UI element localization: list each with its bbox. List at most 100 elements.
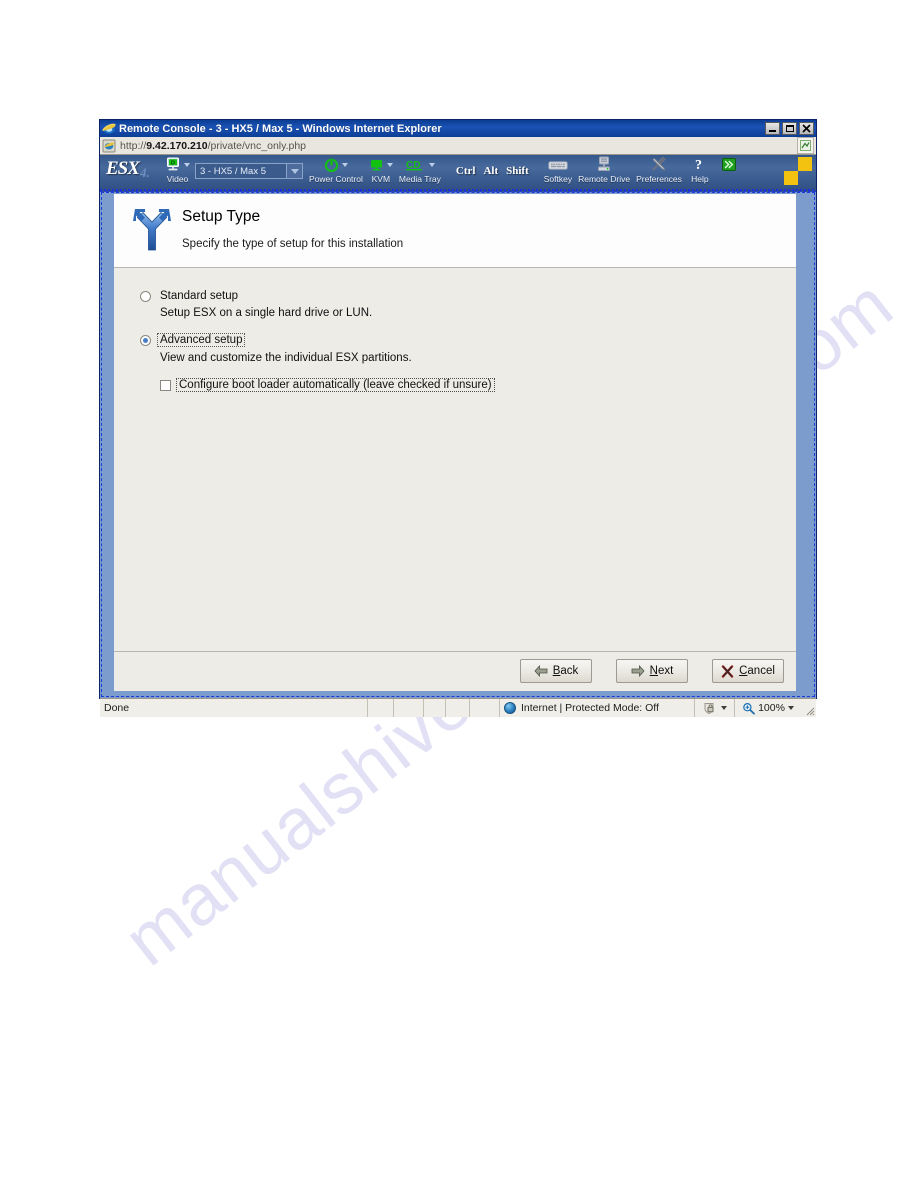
power-dropdown-caret[interactable]: [342, 162, 349, 167]
tools-icon: [652, 156, 666, 171]
arrow-right-icon: [631, 665, 645, 677]
monitor-icon: [370, 159, 382, 170]
help-icon-row: ?: [693, 156, 707, 173]
option-standard-setup[interactable]: Standard setup: [140, 290, 796, 302]
page-canvas: manualshive.com manualshive.com Remote C…: [0, 0, 918, 1188]
lock-shield-icon: [704, 702, 713, 714]
status-slot-1: [368, 699, 394, 717]
radio-standard-setup[interactable]: [140, 290, 151, 302]
chevron-double-right-icon: [722, 158, 737, 171]
vnc-viewport[interactable]: Setup Type Specify the type of setup for…: [100, 192, 816, 698]
fork-branch-icon: [132, 206, 172, 252]
media-tray-label: Media Tray: [398, 174, 441, 184]
dialog-footer: Back Next Cancel: [114, 651, 796, 690]
cancel-button-label: Cancel: [739, 665, 775, 677]
protected-mode-caret[interactable]: [720, 706, 727, 710]
cd-icon: CD: [405, 160, 422, 171]
svg-text:?: ?: [695, 158, 702, 173]
esx-logo: ESX 4.: [104, 155, 162, 189]
esx-logo-text: ESX: [106, 158, 140, 179]
video-target-dropdown-icon[interactable]: [286, 164, 302, 178]
keyboard-icon: [548, 161, 568, 170]
media-tray-icon-row: CD: [405, 156, 435, 173]
status-slot-3: [424, 699, 446, 717]
next-button-rest: ext: [657, 665, 674, 677]
kvm-dropdown-caret[interactable]: [386, 162, 393, 167]
boot-loader-checkbox[interactable]: [160, 379, 171, 391]
maximize-button[interactable]: [782, 122, 797, 135]
next-button[interactable]: Next: [616, 659, 688, 683]
option-advanced-setup-label: Advanced setup: [157, 333, 246, 347]
key-ctrl[interactable]: Ctrl: [452, 165, 480, 177]
security-zone-label: Internet | Protected Mode: Off: [521, 702, 659, 714]
softkey-icon-row: [548, 156, 568, 173]
remote-drive-icon-row: [596, 156, 612, 173]
video-icon-row: D: [165, 156, 190, 173]
esx-installer-dialog: Setup Type Specify the type of setup for…: [114, 194, 796, 691]
remote-drive-label: Remote Drive: [578, 174, 631, 184]
window-title: Remote Console - 3 - HX5 / Max 5 - Windo…: [119, 122, 442, 135]
internet-explorer-icon: [102, 122, 116, 136]
radio-advanced-setup[interactable]: [140, 334, 151, 346]
toolbar-softkey[interactable]: Softkey: [541, 155, 575, 184]
boot-loader-checkbox-row[interactable]: Configure boot loader automatically (lea…: [160, 378, 796, 392]
internet-explorer-window: Remote Console - 3 - HX5 / Max 5 - Windo…: [99, 119, 817, 717]
page-favicon: [102, 139, 116, 153]
window-controls: [765, 122, 815, 135]
status-slot-2: [394, 699, 424, 717]
option-advanced-setup[interactable]: Advanced setup: [140, 333, 796, 347]
toolbar-expand[interactable]: [715, 155, 745, 173]
protected-mode-indicator[interactable]: [695, 699, 735, 717]
resize-grip[interactable]: [801, 699, 816, 717]
globe-icon: [504, 702, 516, 714]
expand-icon-row: [721, 156, 738, 173]
video-target-value: 3 - HX5 / Max 5: [200, 165, 266, 177]
cancel-button[interactable]: Cancel: [712, 659, 784, 683]
preferences-icon-row: [650, 156, 668, 173]
zoom-control[interactable]: 100%: [735, 699, 801, 717]
cancel-button-rest: ancel: [747, 665, 775, 677]
status-text: Done: [100, 699, 368, 717]
back-button-rest: ack: [560, 665, 579, 677]
brand-squares: [782, 157, 812, 187]
address-go-icon[interactable]: [797, 137, 814, 154]
toolbar-preferences[interactable]: Preferences: [633, 155, 685, 184]
video-target-select[interactable]: 3 - HX5 / Max 5: [195, 163, 303, 179]
dialog-body: Standard setup Setup ESX on a single har…: [114, 268, 796, 651]
video-dropdown-caret[interactable]: [184, 162, 190, 167]
next-button-accel: N: [649, 665, 658, 677]
svg-text:D: D: [171, 160, 175, 166]
toolbar-help[interactable]: ? Help: [685, 155, 715, 184]
power-icon: [325, 157, 339, 172]
next-button-label: Next: [650, 665, 674, 677]
minimize-button[interactable]: [765, 122, 780, 135]
status-slot-4: [446, 699, 470, 717]
zoom-level: 100%: [758, 702, 785, 714]
option-standard-setup-label: Standard setup: [160, 290, 239, 302]
key-shift[interactable]: Shift: [502, 165, 533, 177]
power-icon-row: [323, 156, 349, 173]
zoom-magnifier-icon: [743, 702, 755, 714]
toolbar-media-tray[interactable]: CD Media Tray: [396, 155, 444, 185]
zoom-caret[interactable]: [787, 706, 794, 710]
address-bar[interactable]: http://9.42.170.210/private/vnc_only.php: [100, 137, 816, 155]
video-label: Video: [166, 174, 189, 184]
security-zone[interactable]: Internet | Protected Mode: Off: [500, 699, 695, 717]
preferences-label: Preferences: [636, 174, 682, 184]
toolbar-video[interactable]: D Video: [162, 155, 193, 184]
option-standard-setup-description: Setup ESX on a single hard drive or LUN.: [160, 307, 373, 319]
toolbar-remote-drive[interactable]: Remote Drive: [575, 155, 633, 184]
media-tray-dropdown-caret[interactable]: [428, 162, 435, 167]
toolbar-kvm[interactable]: KVM: [366, 155, 396, 184]
remote-console-toolbar: ESX 4. D Video 3 - HX5 / Max 5 Power Con…: [100, 155, 816, 192]
kvm-icon-row: [369, 156, 393, 173]
dialog-header-text: Setup Type Specify the type of setup for…: [182, 206, 403, 250]
window-titlebar: Remote Console - 3 - HX5 / Max 5 - Windo…: [100, 120, 816, 137]
key-alt[interactable]: Alt: [479, 165, 502, 177]
back-button[interactable]: Back: [520, 659, 592, 683]
close-button[interactable]: [799, 122, 814, 135]
help-label: Help: [691, 174, 709, 184]
monitor-video-icon: D: [167, 157, 179, 170]
toolbar-power-control[interactable]: Power Control: [306, 155, 366, 184]
softkey-label: Softkey: [543, 174, 573, 184]
